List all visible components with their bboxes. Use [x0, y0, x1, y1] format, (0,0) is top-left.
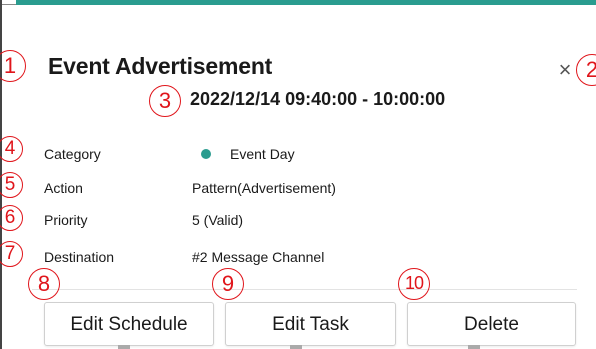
category-label: Category	[44, 146, 101, 162]
callout-8: 8	[28, 268, 60, 300]
button-tab-marker	[118, 345, 130, 349]
edit-task-button[interactable]: Edit Task	[225, 302, 396, 346]
action-value: Pattern(Advertisement)	[192, 180, 336, 196]
detail-row-category: Category Event Day	[2, 141, 596, 167]
delete-button[interactable]: Delete	[407, 302, 576, 346]
category-value: Event Day	[230, 146, 295, 162]
detail-row-destination: Destination #2 Message Channel	[2, 244, 596, 270]
dialog-top-accent-bar	[16, 0, 596, 5]
priority-label: Priority	[44, 212, 88, 228]
detail-row-priority: Priority 5 (Valid)	[2, 207, 596, 233]
action-label: Action	[44, 180, 83, 196]
category-color-dot	[201, 149, 211, 159]
destination-label: Destination	[44, 249, 115, 265]
button-tab-marker	[468, 345, 480, 349]
button-tab-marker	[290, 345, 302, 349]
dialog-title: Event Advertisement	[48, 53, 273, 79]
top-border-line	[2, 4, 16, 5]
detail-row-action: Action Pattern(Advertisement)	[2, 175, 596, 201]
destination-value: #2 Message Channel	[192, 249, 325, 265]
divider	[32, 289, 577, 290]
close-icon[interactable]: ×	[556, 58, 574, 82]
callout-3: 3	[149, 85, 181, 117]
priority-value: 5 (Valid)	[192, 212, 244, 228]
callout-9: 9	[212, 268, 244, 300]
event-datetime: 2022/12/14 09:40:00 - 10:00:00	[190, 89, 446, 109]
callout-10: 10	[398, 268, 430, 300]
event-dialog: Event Advertisement 2022/12/14 09:40:00 …	[0, 0, 596, 349]
edit-schedule-button[interactable]: Edit Schedule	[44, 302, 214, 346]
